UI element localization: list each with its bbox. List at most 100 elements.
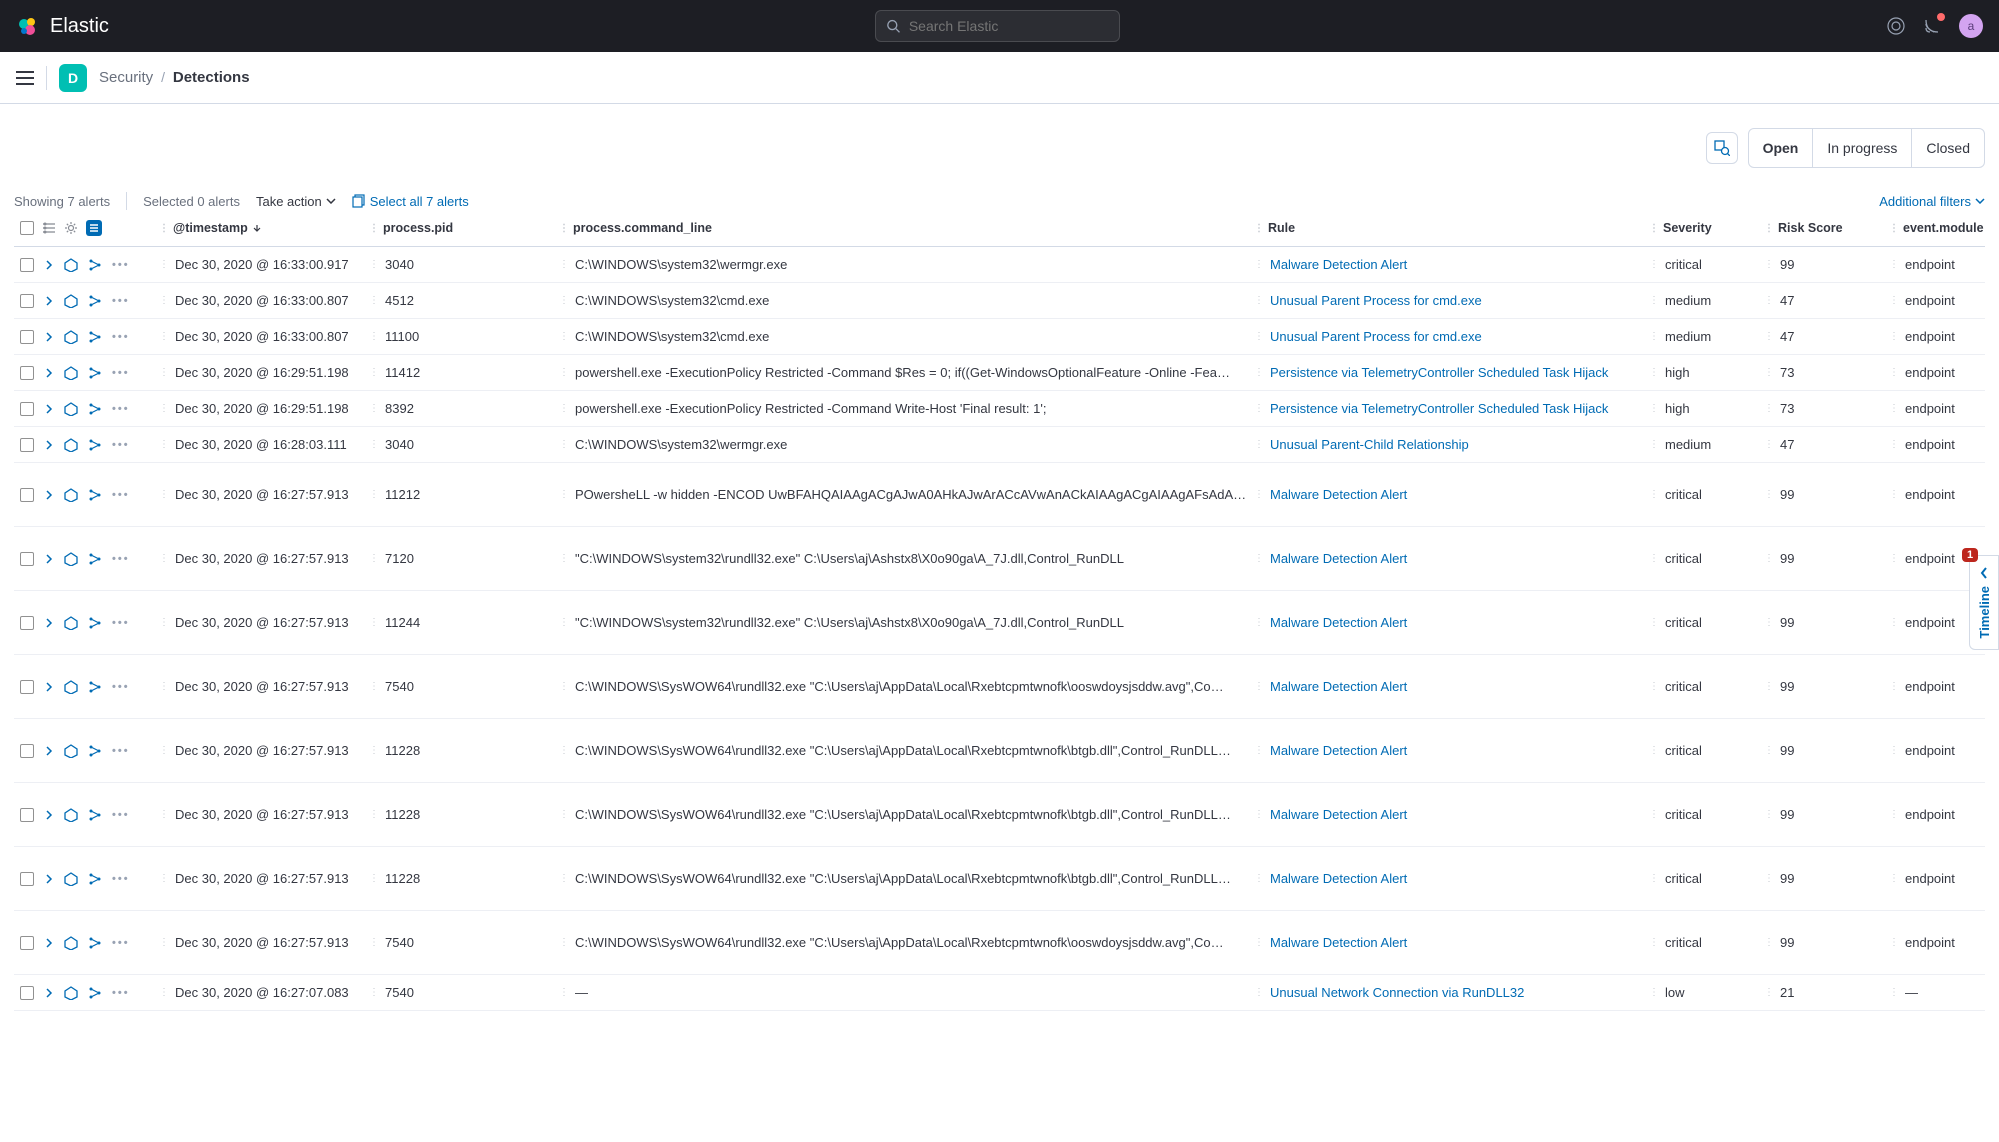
more-actions-icon[interactable]: ••• xyxy=(112,367,130,379)
more-actions-icon[interactable]: ••• xyxy=(112,617,130,629)
resolver-icon[interactable] xyxy=(64,294,78,308)
col-header-cmd[interactable]: ⋮process.command_line xyxy=(559,221,1254,235)
rule-link[interactable]: Malware Detection Alert xyxy=(1270,743,1407,758)
more-actions-icon[interactable]: ••• xyxy=(112,873,130,885)
analyzer-icon[interactable] xyxy=(88,745,102,757)
row-checkbox[interactable] xyxy=(20,402,34,416)
rule-link[interactable]: Malware Detection Alert xyxy=(1270,487,1407,502)
drag-handle-icon[interactable]: ⋮ xyxy=(1649,223,1659,234)
filter-closed[interactable]: Closed xyxy=(1912,129,1984,167)
expand-row-icon[interactable] xyxy=(44,440,54,450)
expand-row-icon[interactable] xyxy=(44,618,54,628)
resolver-icon[interactable] xyxy=(64,402,78,416)
take-action-menu[interactable]: Take action xyxy=(256,194,336,209)
drag-handle-icon[interactable]: ⋮ xyxy=(159,223,169,234)
more-actions-icon[interactable]: ••• xyxy=(112,681,130,693)
expand-row-icon[interactable] xyxy=(44,874,54,884)
select-all-checkbox[interactable] xyxy=(20,221,34,235)
expand-row-icon[interactable] xyxy=(44,296,54,306)
rule-link[interactable]: Malware Detection Alert xyxy=(1270,679,1407,694)
col-header-timestamp[interactable]: ⋮ @timestamp xyxy=(159,221,369,235)
menu-toggle-icon[interactable] xyxy=(16,71,34,85)
row-checkbox[interactable] xyxy=(20,986,34,1000)
analyzer-icon[interactable] xyxy=(88,489,102,501)
inspect-button[interactable] xyxy=(1706,132,1738,164)
resolver-icon[interactable] xyxy=(64,258,78,272)
drag-handle-icon[interactable]: ⋮ xyxy=(559,223,569,234)
user-avatar[interactable]: a xyxy=(1959,14,1983,38)
row-checkbox[interactable] xyxy=(20,616,34,630)
expand-row-icon[interactable] xyxy=(44,682,54,692)
customize-columns-icon[interactable] xyxy=(42,221,56,235)
more-actions-icon[interactable]: ••• xyxy=(112,809,130,821)
resolver-icon[interactable] xyxy=(64,986,78,1000)
analyzer-icon[interactable] xyxy=(88,367,102,379)
more-actions-icon[interactable]: ••• xyxy=(112,403,130,415)
analyzer-icon[interactable] xyxy=(88,681,102,693)
analyzer-icon[interactable] xyxy=(88,617,102,629)
analyzer-icon[interactable] xyxy=(88,873,102,885)
resolver-icon[interactable] xyxy=(64,808,78,822)
row-checkbox[interactable] xyxy=(20,808,34,822)
elastic-logo-icon[interactable] xyxy=(16,14,40,38)
row-checkbox[interactable] xyxy=(20,258,34,272)
resolver-icon[interactable] xyxy=(64,680,78,694)
rule-link[interactable]: Unusual Parent Process for cmd.exe xyxy=(1270,329,1482,344)
breadcrumb-parent[interactable]: Security xyxy=(99,69,153,86)
more-actions-icon[interactable]: ••• xyxy=(112,745,130,757)
more-actions-icon[interactable]: ••• xyxy=(112,295,130,307)
rule-link[interactable]: Malware Detection Alert xyxy=(1270,615,1407,630)
expand-row-icon[interactable] xyxy=(44,332,54,342)
rule-link[interactable]: Persistence via TelemetryController Sche… xyxy=(1270,401,1608,416)
rule-link[interactable]: Malware Detection Alert xyxy=(1270,807,1407,822)
more-actions-icon[interactable]: ••• xyxy=(112,987,130,999)
global-search[interactable] xyxy=(875,10,1120,42)
gear-icon[interactable] xyxy=(64,221,78,235)
drag-handle-icon[interactable]: ⋮ xyxy=(1254,223,1264,234)
row-checkbox[interactable] xyxy=(20,872,34,886)
row-checkbox[interactable] xyxy=(20,438,34,452)
resolver-icon[interactable] xyxy=(64,872,78,886)
more-actions-icon[interactable]: ••• xyxy=(112,489,130,501)
more-actions-icon[interactable]: ••• xyxy=(112,937,130,949)
row-checkbox[interactable] xyxy=(20,744,34,758)
row-checkbox[interactable] xyxy=(20,552,34,566)
resolver-icon[interactable] xyxy=(64,616,78,630)
rule-link[interactable]: Malware Detection Alert xyxy=(1270,935,1407,950)
analyzer-icon[interactable] xyxy=(88,553,102,565)
rule-link[interactable]: Unusual Parent-Child Relationship xyxy=(1270,437,1469,452)
expand-row-icon[interactable] xyxy=(44,368,54,378)
rule-link[interactable]: Unusual Parent Process for cmd.exe xyxy=(1270,293,1482,308)
rule-link[interactable]: Unusual Network Connection via RunDLL32 xyxy=(1270,985,1524,1000)
drag-handle-icon[interactable]: ⋮ xyxy=(1889,223,1899,234)
expand-row-icon[interactable] xyxy=(44,260,54,270)
analyzer-icon[interactable] xyxy=(88,331,102,343)
newsfeed-icon[interactable] xyxy=(1923,17,1941,35)
more-actions-icon[interactable]: ••• xyxy=(112,553,130,565)
resolver-icon[interactable] xyxy=(64,330,78,344)
analyzer-icon[interactable] xyxy=(88,295,102,307)
col-header-risk[interactable]: ⋮Risk Score xyxy=(1764,221,1889,235)
row-checkbox[interactable] xyxy=(20,294,34,308)
filter-in-progress[interactable]: In progress xyxy=(1813,129,1912,167)
additional-filters[interactable]: Additional filters xyxy=(1879,194,1985,209)
rule-link[interactable]: Malware Detection Alert xyxy=(1270,551,1407,566)
expand-row-icon[interactable] xyxy=(44,938,54,948)
analyzer-icon[interactable] xyxy=(88,937,102,949)
event-rendered-view-icon[interactable] xyxy=(86,220,102,236)
timeline-flyout-tab[interactable]: 1 Timeline xyxy=(1969,555,1999,650)
row-checkbox[interactable] xyxy=(20,936,34,950)
analyzer-icon[interactable] xyxy=(88,403,102,415)
rule-link[interactable]: Malware Detection Alert xyxy=(1270,871,1407,886)
row-checkbox[interactable] xyxy=(20,680,34,694)
row-checkbox[interactable] xyxy=(20,488,34,502)
rule-link[interactable]: Persistence via TelemetryController Sche… xyxy=(1270,365,1608,380)
rule-link[interactable]: Malware Detection Alert xyxy=(1270,257,1407,272)
col-header-pid[interactable]: ⋮process.pid xyxy=(369,221,559,235)
expand-row-icon[interactable] xyxy=(44,988,54,998)
more-actions-icon[interactable]: ••• xyxy=(112,259,130,271)
row-checkbox[interactable] xyxy=(20,366,34,380)
select-all-link[interactable]: Select all 7 alerts xyxy=(352,194,469,209)
analyzer-icon[interactable] xyxy=(88,259,102,271)
resolver-icon[interactable] xyxy=(64,936,78,950)
